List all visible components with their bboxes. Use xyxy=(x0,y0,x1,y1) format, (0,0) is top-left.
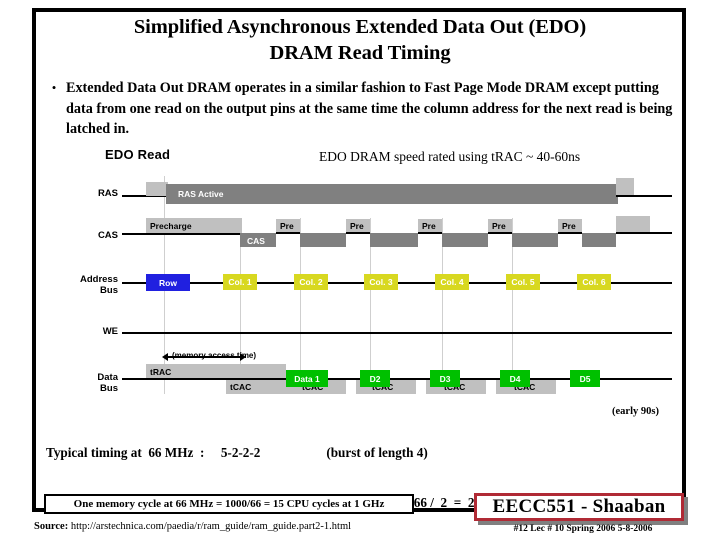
cas-label: CAS xyxy=(247,236,265,246)
data-box-5: D5 xyxy=(570,370,600,387)
address-col-box-6: Col. 6 xyxy=(577,274,611,290)
signal-label-we: WE xyxy=(102,326,118,337)
source-label: Source: xyxy=(34,521,69,532)
cas-baseline-2 xyxy=(346,232,370,234)
memory-cycle-box: One memory cycle at 66 MHz = 1000/66 = 1… xyxy=(44,494,414,514)
cas-baseline-right xyxy=(616,232,672,234)
cas-baseline-0 xyxy=(122,233,242,235)
calc-line-1: Typical timing at 66 MHz : 5-2-2-2 (burs… xyxy=(46,445,428,460)
cas-precharge-label: Precharge xyxy=(150,221,192,231)
address-row-box: Row xyxy=(146,274,190,291)
trac-label: tRAC xyxy=(150,367,172,377)
cas-pre-label-2: Pre xyxy=(350,221,364,231)
signal-label-data-1: Data xyxy=(97,372,118,383)
bullet-paragraph: • Extended Data Out DRAM operates in a s… xyxy=(42,78,680,140)
cas-pulse-3 xyxy=(370,233,418,247)
edo-speed-note: EDO DRAM speed rated using tRAC ~ 40-60n… xyxy=(319,149,581,164)
edo-timing-diagram: EDO Read EDO DRAM speed rated using tRAC… xyxy=(60,140,680,402)
ras-baseline-right xyxy=(616,195,672,197)
data-box-2: D2 xyxy=(360,370,390,387)
cas-pre-label-4: Pre xyxy=(492,221,506,231)
signal-label-address-2: Bus xyxy=(100,285,118,296)
cas-pre-label-1: Pre xyxy=(280,221,294,231)
title-line-1: Simplified Asynchronous Extended Data Ou… xyxy=(133,16,587,38)
cas-pre-label-3: Pre xyxy=(422,221,436,231)
address-col-box-3: Col. 3 xyxy=(364,274,398,290)
ras-active-label: RAS Active xyxy=(178,189,224,199)
cas-pre-label-5: Pre xyxy=(562,221,576,231)
tcac-label-1: tCAC xyxy=(230,382,252,392)
memory-access-arrow-left xyxy=(162,353,168,361)
signal-label-data-2: Bus xyxy=(100,383,118,394)
data-box-3: D3 xyxy=(430,370,460,387)
address-col-box-1: Col. 1 xyxy=(223,274,257,290)
data-box-4: D4 xyxy=(500,370,530,387)
ras-active-block xyxy=(166,184,618,204)
ras-edge-right xyxy=(616,178,634,196)
title-line-2: DRAM Read Timing xyxy=(269,42,451,64)
bullet-text: Extended Data Out DRAM operates in a sim… xyxy=(66,80,673,137)
cas-pulse-5 xyxy=(512,233,558,247)
course-banner: EECC551 - Shaaban xyxy=(474,493,684,521)
memory-access-time-label: (memory access time) xyxy=(172,351,257,360)
signal-label-address-1: Address xyxy=(79,274,118,285)
signal-label-ras: RAS xyxy=(97,188,118,199)
ras-edge-left xyxy=(146,182,168,196)
we-baseline xyxy=(122,332,672,334)
source-url[interactable]: http://arstechnica.com/paedia/r/ram_guid… xyxy=(71,521,351,532)
diagram-heading: EDO Read xyxy=(105,147,171,162)
signal-label-cas: CAS xyxy=(97,230,118,241)
cas-pulse-2 xyxy=(300,233,346,247)
cas-baseline-4 xyxy=(488,232,512,234)
address-col-box-2: Col. 2 xyxy=(294,274,328,290)
address-col-box-4: Col. 4 xyxy=(435,274,469,290)
data-box-1: Data 1 xyxy=(286,370,328,387)
cas-pulse-6 xyxy=(582,233,616,247)
cas-pulse-4 xyxy=(442,233,488,247)
cas-baseline-1 xyxy=(276,232,300,234)
bullet-marker: • xyxy=(51,80,57,95)
page-title: Simplified Asynchronous Extended Data Ou… xyxy=(40,14,680,66)
slide-root: Simplified Asynchronous Extended Data Ou… xyxy=(0,0,720,540)
source-line: Source: http://arstechnica.com/paedia/r/… xyxy=(34,521,351,532)
address-col-box-5: Col. 5 xyxy=(506,274,540,290)
course-banner-subtitle: #12 Lec # 10 Spring 2006 5-8-2006 xyxy=(513,524,653,534)
cas-baseline-5 xyxy=(558,232,582,234)
cas-baseline-3 xyxy=(418,232,442,234)
